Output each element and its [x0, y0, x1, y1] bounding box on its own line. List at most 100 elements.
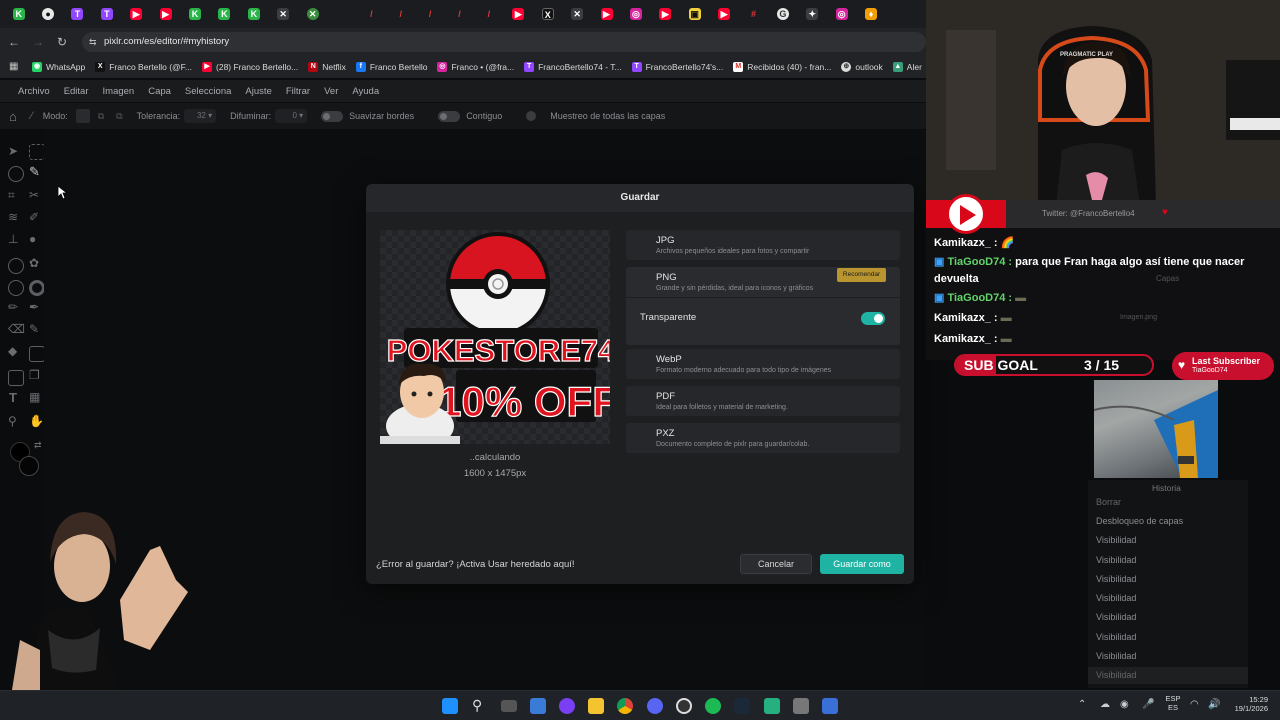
- bookmark-item[interactable]: f Franco Bertello: [355, 62, 427, 72]
- window-icon[interactable]: [822, 698, 838, 714]
- transform-tool-icon[interactable]: [8, 370, 24, 386]
- menu-filtrar[interactable]: Filtrar: [286, 86, 310, 97]
- tray-icon[interactable]: ◉: [1120, 699, 1129, 710]
- browser-tab[interactable]: ✕: [562, 0, 591, 28]
- history-item[interactable]: Visibilidad: [1096, 632, 1136, 642]
- crop-tool-icon[interactable]: ⌗: [8, 188, 15, 203]
- history-item[interactable]: Visibilidad: [1096, 593, 1136, 603]
- arrange-tool-icon[interactable]: ➤: [8, 144, 18, 158]
- marquee-tool-icon[interactable]: [29, 144, 45, 160]
- discord-icon[interactable]: [647, 698, 663, 714]
- bookmark-item[interactable]: ▲ Aler: [892, 62, 922, 72]
- browser-tab[interactable]: ▣: [680, 0, 709, 28]
- blob-tool-icon[interactable]: ✿: [29, 256, 39, 270]
- mode-subtract-icon[interactable]: ⧉: [116, 111, 122, 122]
- browser-tab[interactable]: K: [239, 0, 268, 28]
- browser-tab[interactable]: ▶: [151, 0, 180, 28]
- clone-tool-icon[interactable]: ⊥: [8, 232, 18, 246]
- sample-layers-toggle[interactable]: [526, 111, 537, 121]
- hand-tool-icon[interactable]: ✋: [29, 414, 44, 428]
- sticker-tool-icon[interactable]: ❐: [29, 368, 40, 382]
- app-icon[interactable]: [559, 698, 575, 714]
- browser-tab[interactable]: T: [63, 0, 92, 28]
- circle-tool-icon[interactable]: [29, 280, 45, 296]
- history-item[interactable]: Visibilidad: [1096, 555, 1136, 565]
- browser-tab[interactable]: /: [445, 0, 474, 28]
- mic-icon[interactable]: 🎤: [1142, 699, 1154, 710]
- browser-tab[interactable]: /: [357, 0, 386, 28]
- tray-chevron-icon[interactable]: ⌃: [1078, 699, 1086, 710]
- menu-capa[interactable]: Capa: [148, 86, 171, 97]
- swap-colors-icon[interactable]: ⇄: [34, 440, 42, 451]
- browser-tab[interactable]: ♦: [856, 0, 885, 28]
- browser-tab[interactable]: ◎: [621, 0, 650, 28]
- history-item[interactable]: Visibilidad: [1096, 651, 1136, 661]
- browser-tab[interactable]: ◎: [827, 0, 856, 28]
- fill-tool-icon[interactable]: ◆: [8, 344, 17, 358]
- browser-tab[interactable]: #: [739, 0, 768, 28]
- game-launcher-icon[interactable]: [764, 698, 780, 714]
- search-icon[interactable]: ⚲: [472, 697, 482, 714]
- language-indicator[interactable]: ESP ES: [1164, 694, 1182, 712]
- cutout-tool-icon[interactable]: ✂: [29, 188, 39, 202]
- history-item[interactable]: Borrar: [1096, 497, 1121, 507]
- grid-tool-icon[interactable]: ▦: [29, 390, 40, 404]
- menu-selecciona[interactable]: Selecciona: [185, 86, 231, 97]
- browser-tab[interactable]: T: [92, 0, 121, 28]
- shape-tool-icon[interactable]: [29, 346, 45, 362]
- smooth-edges-toggle[interactable]: [321, 110, 344, 122]
- bookmark-item[interactable]: ◎ Franco • (@fra...: [437, 62, 514, 72]
- browser-tab[interactable]: ▶: [122, 0, 151, 28]
- text-tool-icon[interactable]: T: [9, 390, 17, 405]
- reload-icon[interactable]: ↻: [50, 35, 74, 49]
- site-info-icon[interactable]: ⇆: [89, 32, 97, 52]
- zoom-tool-icon[interactable]: ⚲: [8, 414, 17, 428]
- browser-tab[interactable]: ▶: [651, 0, 680, 28]
- menu-ayuda[interactable]: Ayuda: [352, 86, 379, 97]
- picker-tool-icon[interactable]: ✎: [29, 322, 39, 336]
- url-input[interactable]: ⇆ pixlr.com/es/editor/#myhistory: [82, 32, 926, 52]
- browser-tab[interactable]: K: [210, 0, 239, 28]
- wifi-icon[interactable]: ◠: [1190, 699, 1199, 710]
- menu-archivo[interactable]: Archivo: [18, 86, 50, 97]
- folder-icon[interactable]: [588, 698, 604, 714]
- format-option-jpg[interactable]: JPG Archivos pequeños ideales para fotos…: [626, 230, 900, 260]
- forward-icon[interactable]: →: [26, 35, 50, 49]
- browser-tab[interactable]: ✕: [269, 0, 298, 28]
- contiguous-toggle[interactable]: [438, 110, 461, 122]
- bookmark-item[interactable]: N Netflix: [308, 62, 346, 72]
- browser-tab[interactable]: ▶: [709, 0, 738, 28]
- bookmark-item[interactable]: T FrancoBertello74's...: [631, 62, 723, 72]
- spotify-icon[interactable]: [705, 698, 721, 714]
- bookmark-item[interactable]: ⊕ outlook: [841, 62, 883, 72]
- bookmark-item[interactable]: M Recibidos (40) - fran...: [733, 62, 831, 72]
- brush-tool-icon[interactable]: ✏: [8, 300, 18, 314]
- task-view-icon[interactable]: [501, 700, 517, 712]
- history-item[interactable]: Visibilidad: [1096, 670, 1136, 680]
- browser-tab[interactable]: /: [415, 0, 444, 28]
- history-item[interactable]: Desbloqueo de capas: [1096, 516, 1183, 526]
- history-item[interactable]: Visibilidad: [1096, 535, 1136, 545]
- heal-tool-icon[interactable]: ✐: [29, 210, 39, 224]
- steam-icon[interactable]: [734, 698, 750, 714]
- liquify-tool-icon[interactable]: ≋: [8, 210, 18, 224]
- history-item[interactable]: Visibilidad: [1096, 612, 1136, 622]
- transparent-toggle[interactable]: [861, 312, 885, 325]
- bookmark-item[interactable]: ▶ (28) Franco Bertello...: [202, 62, 298, 72]
- recorder-icon[interactable]: [676, 698, 692, 714]
- format-option-pdf[interactable]: PDF Ideal para folletos y material de ma…: [626, 386, 900, 416]
- back-icon[interactable]: ←: [2, 35, 26, 49]
- browser-tab[interactable]: X: [533, 0, 562, 28]
- bookmark-item[interactable]: ◉ WhatsApp: [32, 62, 85, 72]
- browser-tab[interactable]: [327, 0, 356, 28]
- legacy-save-link[interactable]: ¿Error al guardar? ¡Activa Usar heredado…: [376, 559, 575, 570]
- apps-grid-icon[interactable]: ▦: [9, 61, 18, 72]
- history-item[interactable]: Visibilidad: [1096, 574, 1136, 584]
- pen-tool-icon[interactable]: ✒: [29, 300, 39, 314]
- lasso-tool-icon[interactable]: [8, 166, 24, 182]
- magic-wand-tool-icon[interactable]: ✎: [29, 164, 40, 180]
- bookmark-item[interactable]: X Franco Bertello (@F...: [95, 62, 192, 72]
- dodge-tool-icon[interactable]: [8, 280, 24, 296]
- bookmark-item[interactable]: T FrancoBertello74 - T...: [524, 62, 622, 72]
- mode-new-icon[interactable]: [75, 109, 90, 123]
